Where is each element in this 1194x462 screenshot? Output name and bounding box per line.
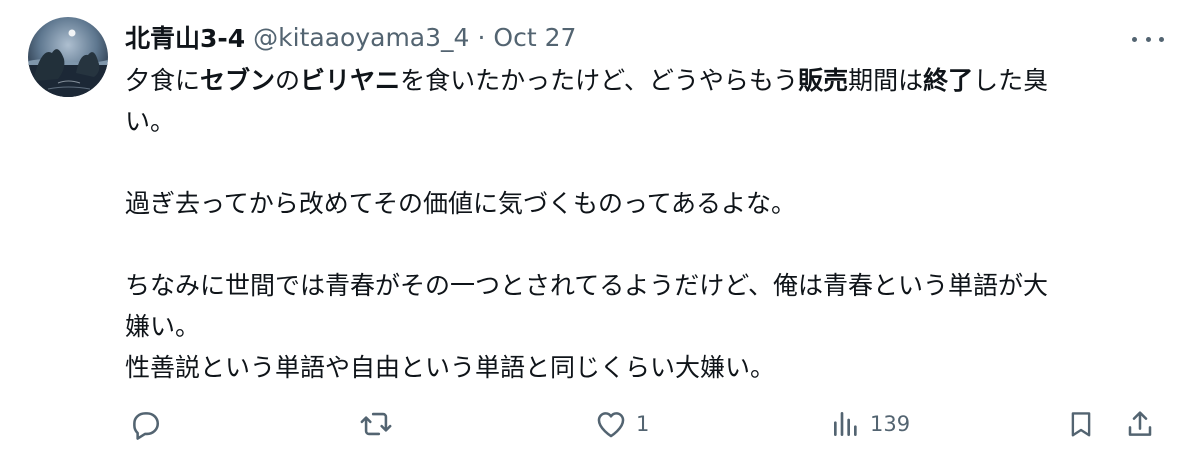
bold-text: ビリヤニ <box>300 66 401 95</box>
text-segment: を食いたかったけど、どうやらもう <box>400 66 799 95</box>
bold-text: 販売 <box>798 66 849 95</box>
tweet-text: 夕食にセブンのビリヤニを食いたかったけど、どうやらもう販売期間は終了した臭 い。… <box>125 60 1160 388</box>
action-bar: 1 139 <box>0 402 1194 446</box>
text-segment: 夕食に <box>125 66 201 95</box>
bold-text: 終了 <box>923 66 974 95</box>
paragraph-2: 過ぎ去ってから改めてその価値に気づくものってあるよな。 <box>125 189 797 218</box>
share-button[interactable] <box>1124 402 1156 446</box>
tweet-date[interactable]: Oct 27 <box>493 23 576 52</box>
text-segment: い。 <box>125 107 176 136</box>
dot <box>1132 36 1137 42</box>
tweet-header: 北青山3-4 @kitaaoyama3_4 · Oct 27 <box>125 20 1164 54</box>
text-segment: 嫌い。 <box>125 312 201 341</box>
text-segment: ちなみに世間では青春がその一つとされてるようだけど、俺は青春という単語が大 <box>125 271 1049 300</box>
tweet[interactable]: 北青山3-4 @kitaaoyama3_4 · Oct 27 夕食にセブンのビリ… <box>0 0 1194 462</box>
bookmark-button[interactable] <box>1066 402 1096 446</box>
bold-text: セブン <box>200 66 276 95</box>
more-options-icon[interactable] <box>1132 34 1164 44</box>
dot <box>1159 36 1164 42</box>
text-segment: 性善説という単語や自由という単語と同じくらい大嫌い。 <box>125 353 776 382</box>
views-icon <box>834 412 857 436</box>
reply-icon <box>133 412 160 440</box>
text-segment: した臭 <box>973 66 1049 95</box>
share-icon <box>1128 411 1152 436</box>
paragraph-3: ちなみに世間では青春がその一つとされてるようだけど、俺は青春という単語が大 嫌い… <box>125 265 1160 388</box>
user-handle[interactable]: @kitaaoyama3_4 <box>253 23 469 52</box>
separator-dot: · <box>477 22 486 52</box>
text-segment: の <box>275 66 301 95</box>
avatar-image <box>28 17 108 97</box>
views-count: 139 <box>870 412 911 436</box>
heart-icon <box>597 412 625 438</box>
retweet-button[interactable] <box>358 402 394 446</box>
like-button[interactable]: 1 <box>594 402 649 446</box>
like-count: 1 <box>636 412 650 436</box>
text-segment: 期間は <box>848 66 924 95</box>
avatar[interactable] <box>28 17 108 97</box>
retweet-icon <box>360 412 392 436</box>
bookmark-icon <box>1071 412 1091 437</box>
dot <box>1145 36 1151 42</box>
paragraph-1: 夕食にセブンのビリヤニを食いたかったけど、どうやらもう販売期間は終了した臭 い。 <box>125 60 1160 142</box>
reply-button[interactable] <box>128 402 162 446</box>
display-name[interactable]: 北青山3-4 <box>125 19 245 55</box>
views-button[interactable]: 139 <box>830 402 910 446</box>
